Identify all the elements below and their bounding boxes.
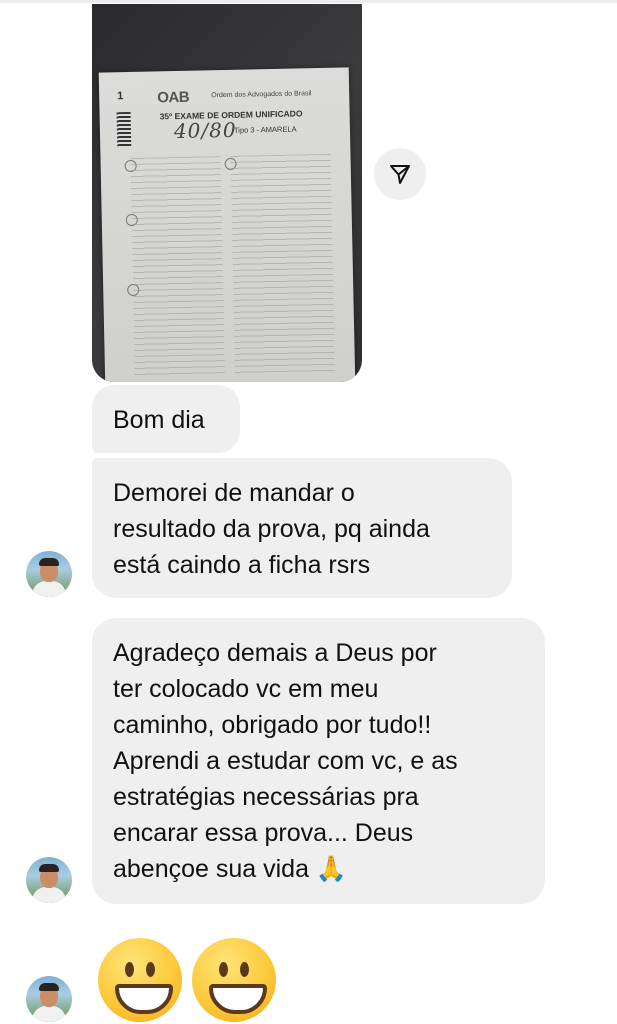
avatar[interactable] xyxy=(26,857,72,903)
message-bubble[interactable]: Demorei de mandar o resultado da prova, … xyxy=(92,458,512,598)
avatar[interactable] xyxy=(26,976,72,1022)
handwritten-score: 40/80 xyxy=(173,117,237,144)
exam-type: Tipo 3 - AMARELA xyxy=(233,124,297,135)
shared-photo[interactable]: 1 OAB Ordem dos Advogados do Brasil 35º … xyxy=(92,4,362,382)
avatar[interactable] xyxy=(26,551,72,597)
page-number: 1 xyxy=(117,90,124,103)
instructions-column-right xyxy=(230,153,336,376)
message-bubble[interactable]: Agradeço demais a Deus por ter colocado … xyxy=(92,618,545,904)
barcode xyxy=(116,111,132,147)
org-name: Ordem dos Advogados do Brasil xyxy=(211,90,312,100)
message-text: Bom dia xyxy=(113,406,205,434)
grinning-face-emoji[interactable] xyxy=(192,938,276,1022)
message-bubble[interactable]: Bom dia xyxy=(92,385,240,453)
oab-logo: OAB xyxy=(157,88,190,107)
share-button[interactable] xyxy=(374,148,426,200)
top-divider xyxy=(0,0,617,3)
message-text: Demorei de mandar o resultado da prova, … xyxy=(113,479,430,579)
exam-paper: 1 OAB Ordem dos Advogados do Brasil 35º … xyxy=(98,67,356,382)
grinning-face-emoji[interactable] xyxy=(98,938,182,1022)
message-text: Agradeço demais a Deus por ter colocado … xyxy=(113,639,458,883)
send-arrow-icon xyxy=(390,165,410,184)
instructions-column-left xyxy=(130,156,226,378)
